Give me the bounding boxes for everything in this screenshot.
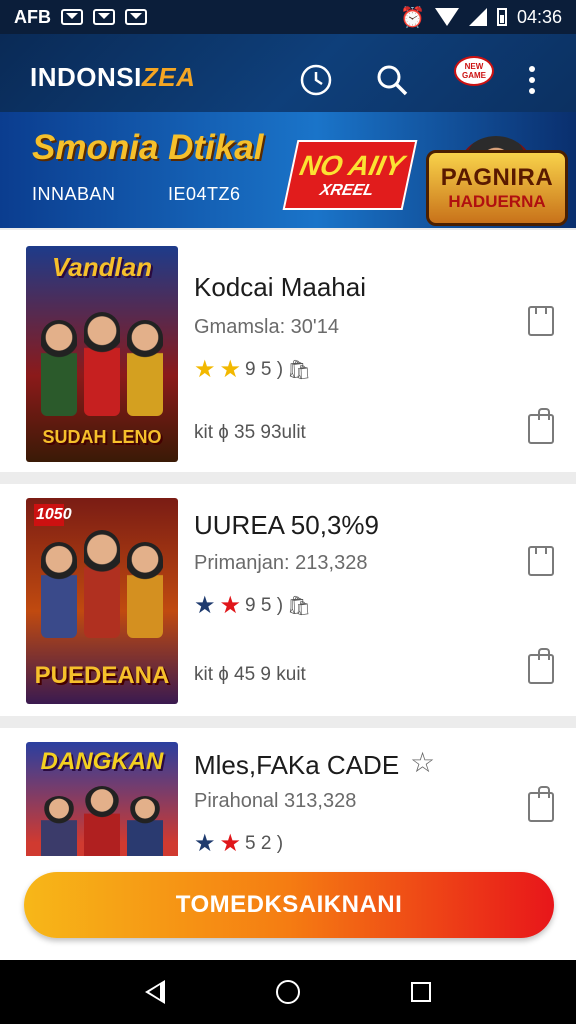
- item-title[interactable]: UUREA 50,3%9: [194, 510, 379, 541]
- app-logo[interactable]: INDONSIZEA: [30, 62, 195, 93]
- list-item[interactable]: DANGKAN Mles,FAKa CADE ☆ Pirahonal 313,3…: [0, 728, 576, 868]
- search-icon[interactable]: [372, 60, 412, 100]
- download-icon[interactable]: [528, 786, 554, 822]
- poster-image: Vandlan SUDAH LENO: [26, 246, 178, 462]
- home-icon[interactable]: [275, 980, 300, 1004]
- item-title[interactable]: Mles,FAKa CADE: [194, 750, 399, 781]
- item-meta: Gmamsla: 30'14: [194, 316, 339, 338]
- star-icon: ★: [219, 356, 242, 383]
- system-nav-bar: [0, 960, 576, 1024]
- signal-icon: [468, 8, 487, 26]
- poster-footer: PUEDEANA: [34, 662, 170, 689]
- game-logo-title: PAGNIRA: [440, 164, 554, 191]
- star-icon: ★: [194, 356, 216, 383]
- primary-cta-button[interactable]: TOMEDKSAIKNANI: [24, 872, 554, 938]
- recents-icon[interactable]: [410, 982, 431, 1002]
- poster-title: Vandlan: [51, 252, 153, 282]
- bubble-text: NEW GAME: [462, 62, 486, 80]
- status-bar: AFB ⏰ 04:36: [0, 0, 576, 34]
- character-figure: [83, 312, 120, 416]
- download-icon[interactable]: [528, 408, 554, 444]
- star-icon: ★: [219, 830, 242, 857]
- back-icon[interactable]: [145, 980, 166, 1004]
- item-price: kit ɸ 35 93ulit: [194, 422, 306, 443]
- banner-title: Smonia Dtikal: [32, 128, 264, 167]
- poster-characters: [38, 786, 166, 866]
- logo-accent-text: ZEA: [141, 62, 196, 92]
- rating-text: 9 5 ): [245, 595, 284, 616]
- game-logo-sub: HADUERNA: [448, 192, 546, 211]
- promo-tag: NO AIIY XREEL: [282, 140, 418, 210]
- history-icon[interactable]: [296, 60, 336, 100]
- item-rating: ★ ★ 9 5 ) 🛍: [194, 594, 311, 618]
- poster-image: DANGKAN: [26, 742, 178, 868]
- promo-tag-top: NO AIIY: [297, 150, 407, 181]
- poster-characters: [38, 306, 166, 416]
- alarm-icon: ⏰: [400, 6, 425, 29]
- bag-icon: 🛍: [287, 360, 312, 381]
- wifi-icon: [434, 8, 459, 26]
- poster-title: DANGKAN: [40, 748, 164, 775]
- promo-banner[interactable]: Smonia Dtikal INNABAN IE04TZ6 HK NO AIIY…: [0, 112, 576, 228]
- rating-text: 9 5 ): [245, 359, 284, 380]
- calendar-icon[interactable]: [528, 546, 554, 576]
- app-header: INDONSIZEA Smonia Dtikal INNABAN IE04TZ6…: [0, 34, 576, 228]
- star-icon: ★: [194, 830, 216, 857]
- item-title[interactable]: Kodcai Maahai: [194, 272, 366, 303]
- poster-characters: [38, 528, 166, 638]
- character-figure: [41, 320, 78, 416]
- banner-sub-left: INNABAN: [32, 184, 116, 204]
- item-rating: ★ ★ 5 2 ): [194, 832, 283, 856]
- favorite-star-icon[interactable]: ☆: [410, 746, 435, 779]
- list-item[interactable]: 1050 PUEDEANA UUREA 50,3%9 Primanjan: 21…: [0, 484, 576, 716]
- bag-icon: 🛍: [287, 596, 312, 617]
- banner-sub-mid: IE04TZ6: [168, 184, 241, 204]
- character-figure: [126, 320, 163, 416]
- item-meta: Primanjan: 213,328: [194, 552, 368, 574]
- clock: 04:36: [516, 6, 562, 27]
- calendar-icon[interactable]: [528, 306, 554, 336]
- promo-badge-icon[interactable]: NEW GAME: [454, 56, 494, 86]
- character-figure: [41, 542, 78, 638]
- poster-image: 1050 PUEDEANA: [26, 498, 178, 704]
- poster-title: 1050: [34, 504, 72, 526]
- message-icon: [125, 9, 147, 25]
- carrier-label: AFB: [14, 6, 51, 27]
- list-item[interactable]: Vandlan SUDAH LENO Kodcai Maahai Gmamsla…: [0, 230, 576, 472]
- item-rating: ★ ★ 9 5 ) 🛍: [194, 358, 311, 382]
- poster-footer: SUDAH LENO: [42, 427, 162, 447]
- item-price: kit ɸ 45 9 kuit: [194, 664, 306, 685]
- download-icon[interactable]: [528, 648, 554, 684]
- promo-tag-bottom: XREEL: [318, 182, 376, 199]
- rating-text: 5 2 ): [245, 833, 284, 854]
- character-figure: [83, 530, 120, 638]
- more-vert-icon[interactable]: [522, 60, 542, 100]
- game-logo-badge: PAGNIRA HADUERNA: [426, 150, 568, 226]
- star-icon: ★: [194, 592, 216, 619]
- star-icon: ★: [219, 592, 242, 619]
- item-meta: Pirahonal 313,328: [194, 790, 357, 812]
- battery-icon: [496, 8, 507, 26]
- character-figure: [83, 786, 120, 866]
- notification-icon: [61, 9, 83, 25]
- logo-main-text: INDONSI: [30, 62, 142, 92]
- character-figure: [126, 542, 163, 638]
- mail-icon: [93, 9, 115, 25]
